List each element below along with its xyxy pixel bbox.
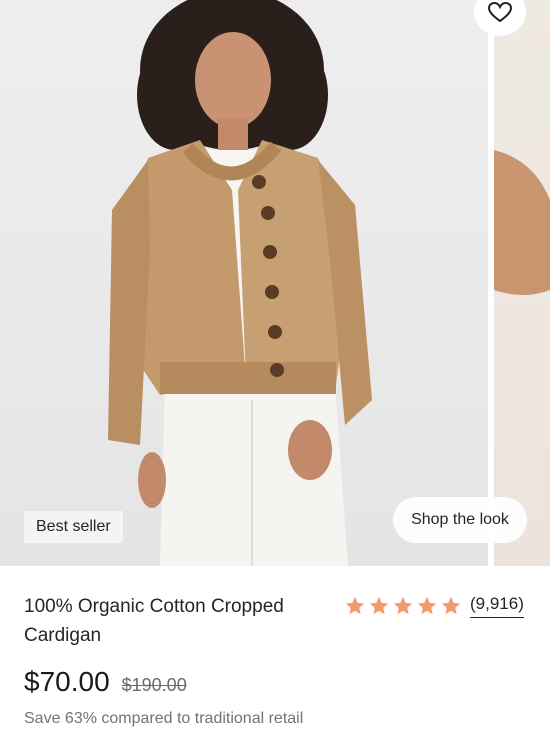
product-info: 100% Organic Cotton Cropped Cardigan (9,…	[0, 566, 550, 733]
star-icon	[369, 596, 389, 615]
model-photo	[108, 0, 372, 566]
review-count-link[interactable]: (9,916)	[470, 594, 524, 618]
product-rating[interactable]: (9,916)	[344, 594, 524, 618]
product-image-main[interactable]	[0, 0, 488, 566]
sale-price: $70.00	[24, 666, 110, 697]
savings-text: Save 63% compared to traditional retail	[24, 710, 304, 727]
product-title: 100% Organic Cotton Cropped Cardigan	[24, 596, 284, 646]
heart-icon	[487, 1, 513, 23]
shop-the-look-button[interactable]: Shop the look	[393, 497, 527, 543]
original-price: $190.00	[121, 675, 187, 695]
star-icon	[441, 596, 461, 615]
rating-stars	[344, 595, 462, 617]
next-model-photo	[494, 150, 550, 295]
price-row: $70.00 $190.00	[24, 666, 187, 698]
best-seller-badge: Best seller	[24, 511, 123, 543]
product-image-carousel[interactable]: Best seller Shop the look	[0, 0, 550, 566]
star-icon	[345, 596, 365, 615]
star-icon	[417, 596, 437, 615]
product-image-next[interactable]	[494, 0, 550, 566]
star-icon	[393, 596, 413, 615]
